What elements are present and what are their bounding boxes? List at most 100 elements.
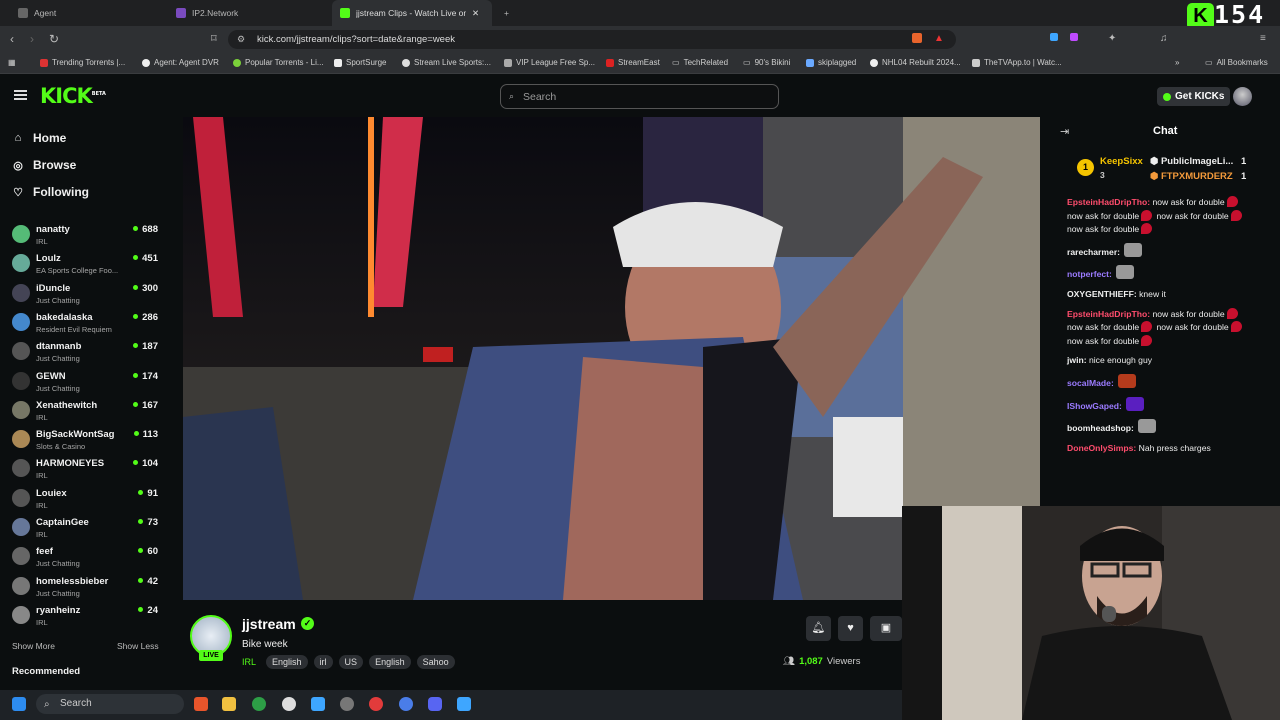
user-avatar[interactable] [1233, 87, 1252, 106]
bookmark-stream-live-sports[interactable]: Stream Live Sports:... [402, 58, 491, 67]
bookmark-popular-torrents[interactable]: Popular Torrents - Li... [233, 58, 324, 67]
following-channel[interactable]: HARMONEYES IRL 104 [12, 456, 164, 485]
app-icon[interactable] [457, 697, 471, 711]
extensions-icon[interactable]: ✦ [1108, 33, 1116, 44]
app-icon[interactable] [282, 697, 296, 711]
show-more-button[interactable]: Show More [12, 641, 55, 651]
tag[interactable]: US [338, 655, 364, 669]
close-icon[interactable]: ✕ [472, 8, 479, 19]
heart-icon: ♡ [13, 186, 23, 199]
bookmark-agent-dvr[interactable]: Agent: Agent DVR [142, 58, 219, 67]
gift-count: 1 [1241, 156, 1247, 167]
chat-username[interactable]: EpsteinHadDripTho: [1067, 309, 1150, 319]
collapse-chat-icon[interactable]: ⇥ [1060, 125, 1069, 138]
chat-username[interactable]: DoneOnlySimps: [1067, 443, 1136, 453]
extension-icon[interactable] [1050, 33, 1058, 41]
notification-bell-button[interactable]: 🔔︎ [806, 616, 831, 641]
chevron-right-icon[interactable]: » [1175, 58, 1179, 67]
following-channel[interactable]: CaptainGee IRL 73 [12, 515, 164, 544]
following-channel[interactable]: BigSackWontSag Slots & Casino 113 [12, 427, 164, 456]
nav-home[interactable]: ⌂ Home [12, 131, 67, 145]
bookmark-trending-torrents[interactable]: Trending Torrents |... [40, 58, 125, 67]
forward-icon[interactable]: › [30, 32, 34, 46]
following-channel[interactable]: homelessbieber Just Chatting 42 [12, 574, 164, 603]
top-gifter-2[interactable]: ⬢ PublicImageLi... [1150, 156, 1233, 167]
kick-logo[interactable]: KICKBETA [40, 84, 106, 108]
follow-button[interactable]: ♥ [838, 616, 863, 641]
chrome-canary-icon[interactable] [369, 697, 383, 711]
taskbar-search[interactable]: Search [36, 694, 184, 714]
following-channel[interactable]: iDuncle Just Chatting 300 [12, 281, 164, 310]
apps-icon[interactable]: ▦ [8, 58, 16, 67]
new-tab-button[interactable]: + [496, 0, 517, 26]
chat-username[interactable]: notperfect: [1067, 269, 1112, 279]
app-icon[interactable] [311, 697, 325, 711]
app-icon[interactable] [399, 697, 413, 711]
tag[interactable]: English [369, 655, 411, 669]
gift-button[interactable]: ▣ [870, 616, 902, 641]
nav-following[interactable]: ♡ Following [12, 185, 89, 199]
following-channel[interactable]: nanatty IRL 688 [12, 222, 164, 251]
bookmark-techrelated[interactable]: ▭ TechRelated [672, 58, 728, 67]
nav-browse[interactable]: ◎ Browse [12, 158, 76, 172]
following-channel[interactable]: Loulz EA Sports College Foo... 451 [12, 251, 164, 280]
bookmark-vip-league[interactable]: VIP League Free Sp... [504, 58, 595, 67]
bookmark-sportsurge[interactable]: SportSurge [334, 58, 386, 67]
tag[interactable]: Sahoo [416, 655, 455, 669]
channel-avatar [12, 576, 30, 595]
live-dot-icon [138, 519, 144, 524]
file-explorer-icon[interactable] [222, 697, 236, 711]
site-info-icon[interactable]: ⚙ [237, 34, 245, 45]
channel-name[interactable]: jjstream [242, 616, 296, 632]
following-channel[interactable]: ryanheinz IRL 24 [12, 603, 164, 632]
bookmark-90s-bikini[interactable]: ▭ 90's Bikini [743, 58, 790, 67]
show-less-button[interactable]: Show Less [117, 641, 159, 651]
channel-category: Just Chatting [36, 295, 80, 305]
following-channel[interactable]: Louiex IRL 91 [12, 486, 164, 515]
search-input[interactable]: ⌕ Search [500, 84, 779, 109]
chat-username[interactable]: IShowGaped: [1067, 401, 1122, 411]
chat-username[interactable]: boomheadshop: [1067, 423, 1134, 433]
chat-username[interactable]: jwin: [1067, 355, 1087, 365]
bookmark-streameast[interactable]: StreamEast [606, 58, 660, 67]
media-icon[interactable]: ♫ [1160, 33, 1168, 44]
back-icon[interactable]: ‹ [10, 32, 14, 46]
discord-icon[interactable] [428, 697, 442, 711]
top-gifter-3[interactable]: ⬢ FTPXMURDERZ [1150, 171, 1233, 182]
reload-icon[interactable]: ↻ [49, 32, 59, 46]
chat-username[interactable]: OXYGENTHIEFF: [1067, 289, 1137, 299]
chat-username[interactable]: socalMade: [1067, 378, 1114, 388]
following-channel[interactable]: dtanmanb Just Chatting 187 [12, 339, 164, 368]
tag[interactable]: irl [313, 655, 333, 669]
following-channel[interactable]: bakedalaska Resident Evil Requiem 286 [12, 310, 164, 339]
windows-start-icon[interactable] [12, 697, 26, 711]
brave-shield-icon[interactable] [912, 33, 922, 43]
chat-username[interactable]: EpsteinHadDripTho: [1067, 197, 1150, 207]
following-channel[interactable]: Xenathewitch IRL 167 [12, 398, 164, 427]
tag[interactable]: English [266, 655, 308, 669]
bookmark-skiplagged[interactable]: skiplagged [806, 58, 856, 67]
bookmark-thetvapp[interactable]: TheTVApp.to | Watc... [972, 58, 1062, 67]
folder-icon: ▭ [672, 58, 680, 67]
channel-category: IRL [36, 412, 48, 422]
extension-icon[interactable] [1070, 33, 1078, 41]
rewards-icon[interactable]: ▲ [934, 33, 944, 44]
category-link[interactable]: IRL [242, 657, 256, 667]
brave-icon[interactable] [194, 697, 208, 711]
chat-username[interactable]: rarecharmer: [1067, 247, 1120, 257]
chrome-icon[interactable] [252, 697, 266, 711]
bookmark-icon[interactable]: ⌑ [211, 32, 217, 45]
tab-jjstream[interactable]: jjstream Clips - Watch Live on ✕ [332, 0, 492, 26]
following-channel[interactable]: feef Just Chatting 60 [12, 544, 164, 573]
top-gifter-1[interactable]: KeepSixx [1100, 156, 1143, 167]
tab-ip2network[interactable]: IP2.Network [168, 0, 328, 26]
hamburger-menu-icon[interactable] [14, 90, 27, 100]
following-channel[interactable]: GEWN Just Chatting 174 [12, 369, 164, 398]
bookmark-nhl04[interactable]: NHL04 Rebuilt 2024... [870, 58, 961, 67]
bookmark-all-bookmarks[interactable]: ▭ All Bookmarks [1205, 58, 1268, 67]
menu-icon[interactable]: ≡ [1260, 33, 1266, 44]
obs-icon[interactable] [340, 697, 354, 711]
chat-messages: EpsteinHadDripTho: now ask for double no… [1067, 196, 1257, 461]
get-kicks-button[interactable]: Get KICKs [1157, 87, 1231, 106]
tab-agent[interactable]: Agent [10, 0, 160, 26]
